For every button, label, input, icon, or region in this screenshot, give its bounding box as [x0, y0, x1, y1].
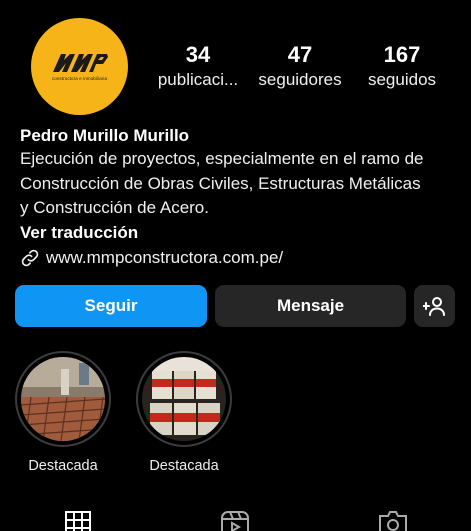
stat-followers-label: seguidores: [258, 70, 342, 89]
story-highlight[interactable]: Destacada: [14, 351, 112, 475]
highlight-cover-paint-cans: [142, 357, 226, 441]
website-url: www.mmpconstructora.com.pe/: [46, 247, 284, 267]
profile-tab-bar: [0, 510, 471, 531]
suggest-user-button[interactable]: [414, 285, 455, 327]
website-link[interactable]: www.mmpconstructora.com.pe/: [20, 245, 460, 271]
bio-line-1: Ejecución de proyectos, especialmente en…: [20, 149, 424, 168]
tab-posts[interactable]: [65, 510, 91, 531]
highlight-label: Destacada: [28, 458, 98, 474]
message-button[interactable]: Mensaje: [215, 285, 406, 327]
stat-following[interactable]: 167 seguidos: [354, 42, 450, 92]
link-icon: [21, 249, 39, 266]
grid-icon: [65, 511, 91, 531]
bio-line-3: y Construcción de Acero.: [20, 198, 209, 217]
company-logo-subtext: constructora e inmobiliaria: [51, 76, 108, 81]
stat-followers[interactable]: 47 seguidores: [252, 42, 348, 92]
stat-posts-label: publicaci...: [157, 70, 239, 89]
highlight-cover-construction: [21, 357, 105, 441]
bio-line-2: Construcción de Obras Civiles, Estructur…: [20, 173, 421, 193]
stat-following-value: 167: [383, 42, 421, 67]
stat-following-label: seguidos: [367, 70, 437, 89]
stat-posts[interactable]: 34 publicaci...: [150, 42, 246, 92]
tab-tagged[interactable]: [379, 510, 407, 531]
reels-icon: [221, 511, 249, 531]
profile-bio: Pedro Murillo Murillo Ejecución de proye…: [20, 124, 460, 271]
stat-posts-value: 34: [185, 42, 211, 67]
profile-avatar[interactable]: constructora e inmobiliaria: [31, 18, 128, 115]
highlight-ring: [15, 351, 111, 447]
follow-button[interactable]: Seguir: [15, 285, 207, 327]
add-user-icon: [422, 297, 445, 316]
see-translation-link[interactable]: Ver traducción: [20, 221, 460, 245]
company-logo: [52, 54, 108, 72]
tab-reels[interactable]: [221, 510, 249, 531]
highlight-label: Destacada: [149, 458, 219, 474]
profile-actions: Seguir Mensaje: [15, 285, 455, 328]
story-highlight[interactable]: Destacada: [135, 351, 233, 475]
stat-followers-value: 47: [287, 42, 313, 67]
highlight-ring: [136, 351, 232, 447]
profile-name: Pedro Murillo Murillo: [20, 126, 190, 145]
tagged-icon: [379, 511, 407, 531]
profile-stats: 34 publicaci... 47 seguidores 167 seguid…: [150, 42, 450, 92]
